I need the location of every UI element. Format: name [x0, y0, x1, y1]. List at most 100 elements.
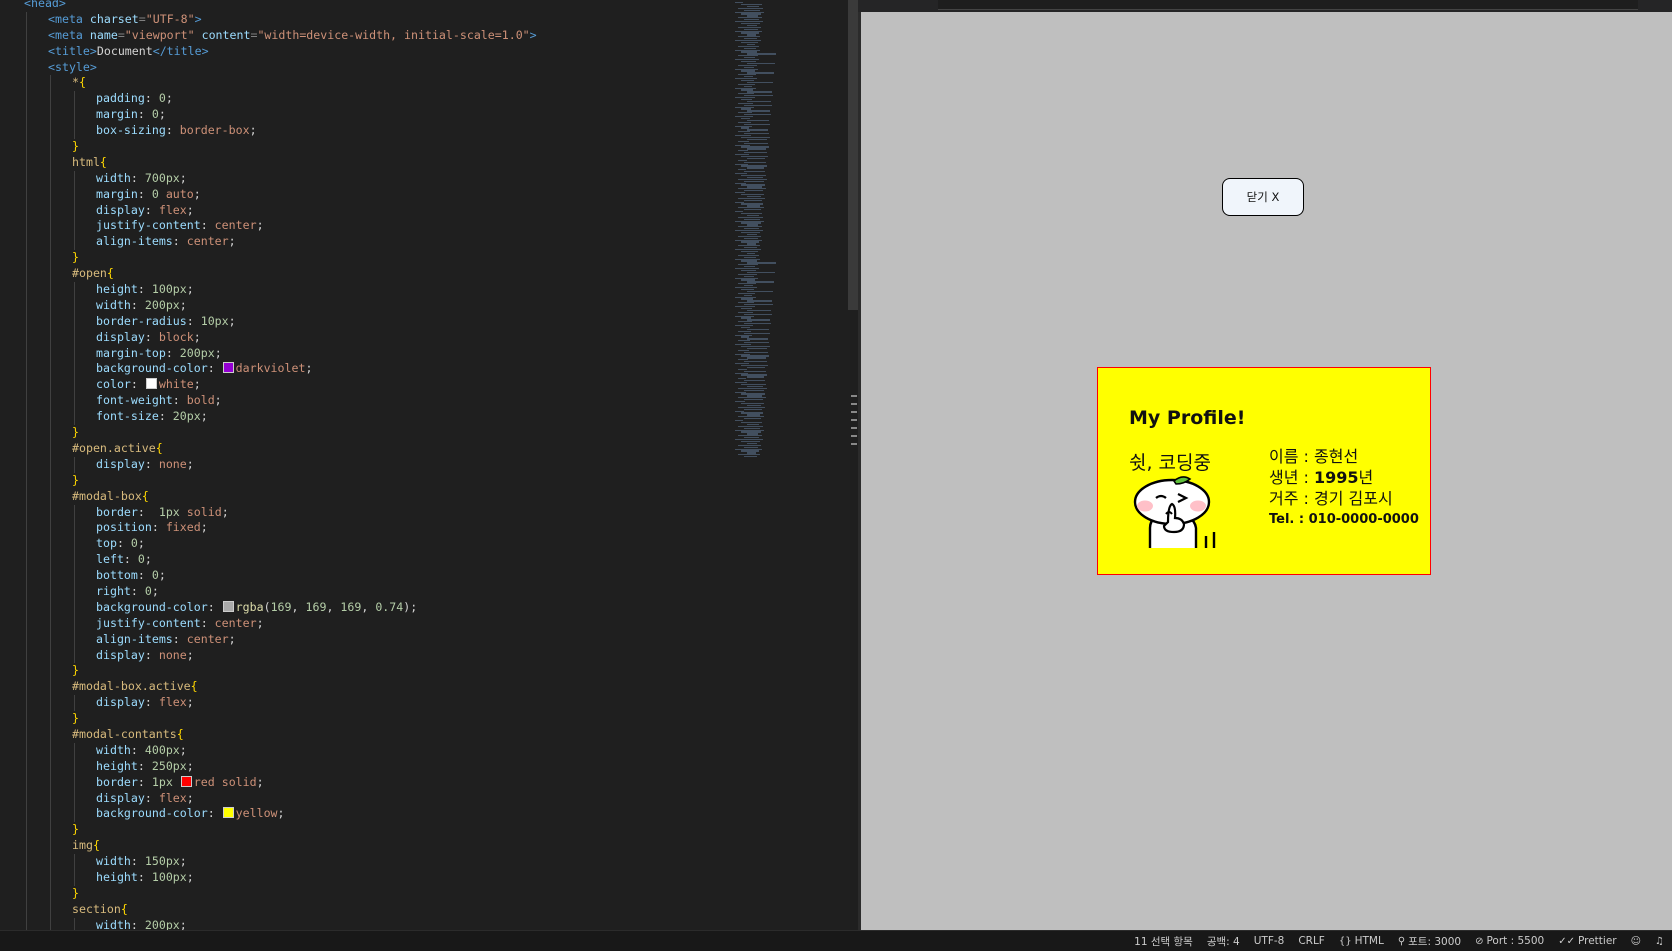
code-line[interactable]: bottom: 0;: [24, 568, 724, 584]
code-token: solid: [179, 504, 222, 519]
code-line[interactable]: left: 0;: [24, 552, 724, 569]
prettier-status[interactable]: ✓✓ Prettier: [1558, 935, 1616, 947]
code-line[interactable]: font-weight: bold;: [24, 393, 724, 410]
code-line[interactable]: height: 250px;: [24, 758, 724, 775]
code-line[interactable]: section{: [24, 901, 724, 918]
code-token: :: [130, 742, 145, 757]
minimap-line: [744, 399, 763, 401]
live-server-status[interactable]: ⊘ Port : 5500: [1475, 935, 1544, 947]
code-line[interactable]: height: 100px;: [24, 869, 724, 886]
code-line[interactable]: #modal-contants{: [24, 726, 724, 743]
code-line[interactable]: top: 0;: [24, 536, 724, 553]
eol-setting[interactable]: CRLF: [1298, 935, 1325, 947]
code-line[interactable]: <meta charset="UTF-8">: [24, 11, 724, 28]
code-token: width: [96, 917, 131, 930]
code-line[interactable]: border: 1px red solid;: [24, 774, 724, 791]
code-line[interactable]: border: 1px solid;: [24, 504, 724, 521]
color-swatch-icon[interactable]: [222, 807, 234, 819]
code-line[interactable]: }: [24, 139, 724, 155]
code-token: 0: [151, 107, 159, 122]
code-line[interactable]: font-size: 20px;: [24, 409, 724, 426]
code-line[interactable]: <head>: [24, 0, 724, 12]
code-line[interactable]: display: flex;: [24, 695, 724, 712]
code-line[interactable]: justify-content: center;: [24, 615, 724, 632]
feedback-button[interactable]: ☺: [1631, 936, 1641, 947]
code-token: #open: [72, 266, 107, 281]
notifications-button[interactable]: ♫: [1655, 936, 1664, 947]
code-line[interactable]: border-radius: 10px;: [24, 313, 724, 330]
code-line[interactable]: width: 700px;: [24, 170, 724, 187]
code-line[interactable]: background-color: yellow;: [24, 806, 724, 823]
color-swatch-icon[interactable]: [180, 775, 192, 787]
code-line[interactable]: *{: [24, 75, 724, 92]
code-line[interactable]: <style>: [24, 59, 724, 76]
code-line[interactable]: margin: 0 auto;: [24, 186, 724, 203]
code-line[interactable]: }: [24, 885, 724, 902]
indentation-setting[interactable]: 공백: 4: [1207, 934, 1240, 949]
minimap[interactable]: [735, 0, 835, 458]
code-line[interactable]: }: [24, 711, 724, 727]
code-line[interactable]: right: 0;: [24, 583, 724, 600]
language-mode[interactable]: {} HTML: [1339, 935, 1384, 947]
code-line[interactable]: color: white;: [24, 377, 724, 394]
code-line[interactable]: width: 200px;: [24, 917, 724, 930]
minimap-line: [747, 376, 764, 378]
code-line[interactable]: display: none;: [24, 456, 724, 473]
code-token: 0: [158, 91, 166, 106]
color-swatch-icon[interactable]: [145, 378, 157, 390]
code-line[interactable]: }: [24, 250, 724, 267]
code-line[interactable]: #modal-box.active{: [24, 679, 724, 696]
code-token: 169: [305, 599, 327, 614]
code-token: color: [96, 377, 131, 392]
code-line[interactable]: align-items: center;: [24, 234, 724, 251]
code-line[interactable]: img{: [24, 838, 724, 855]
code-area[interactable]: <head> <meta charset="UTF-8"> <meta name="…: [24, 0, 724, 930]
code-line[interactable]: #open.active{: [24, 440, 724, 457]
minimap-line: [747, 148, 766, 150]
code-line[interactable]: background-color: rgba(169, 169, 169, 0.…: [24, 599, 724, 616]
code-line[interactable]: margin: 0;: [24, 107, 724, 124]
color-swatch-icon[interactable]: [222, 600, 234, 612]
finger-on-lips-character-icon: [1133, 476, 1216, 548]
code-line[interactable]: #open{: [24, 266, 724, 283]
code-line[interactable]: width: 200px;: [24, 297, 724, 314]
code-token: left: [96, 552, 124, 567]
code-token: ;: [214, 393, 222, 408]
preview-address-bar[interactable]: [938, 0, 1638, 10]
code-line[interactable]: display: flex;: [24, 790, 724, 807]
encoding-setting[interactable]: UTF-8: [1254, 935, 1285, 947]
code-line[interactable]: height: 100px;: [24, 282, 724, 298]
code-line[interactable]: display: none;: [24, 647, 724, 664]
code-line[interactable]: <meta name="viewport" content="width=dev…: [24, 27, 724, 44]
code-line[interactable]: #modal-box{: [24, 488, 724, 505]
color-swatch-icon[interactable]: [222, 362, 234, 374]
code-line[interactable]: html{: [24, 154, 724, 171]
code-line[interactable]: position: fixed;: [24, 520, 724, 537]
code-line[interactable]: }: [24, 425, 724, 441]
split-resize-handle[interactable]: [850, 395, 858, 455]
selection-count[interactable]: 11 선택 항목: [1134, 934, 1193, 949]
code-token: ;: [249, 123, 257, 138]
code-line[interactable]: }: [24, 663, 724, 680]
code-line[interactable]: box-sizing: border-box;: [24, 123, 724, 140]
code-line[interactable]: display: block;: [24, 329, 724, 346]
code-line[interactable]: justify-content: center;: [24, 218, 724, 235]
code-line[interactable]: background-color: darkviolet;: [24, 361, 724, 378]
code-line[interactable]: align-items: center;: [24, 631, 724, 648]
code-line[interactable]: }: [24, 822, 724, 839]
code-line[interactable]: width: 400px;: [24, 742, 724, 759]
editor-scrollbar-thumb[interactable]: [848, 0, 858, 310]
code-token: rgba: [235, 599, 264, 614]
code-line[interactable]: <title>Document</title>: [24, 43, 724, 60]
code-line[interactable]: }: [24, 472, 724, 489]
code-line[interactable]: display: flex;: [24, 202, 724, 219]
code-token: 10px: [200, 313, 229, 328]
profile-modal-card: My Profile! 쉿, 코딩중 이름 : 종현선 생년 : 1995년 거…: [1097, 367, 1431, 575]
close-button[interactable]: 닫기 X: [1222, 178, 1304, 216]
ports-indicator[interactable]: ⚲ 포트: 3000: [1398, 934, 1461, 949]
braces-icon: {}: [1338, 935, 1352, 947]
code-editor[interactable]: <head> <meta charset="UTF-8"> <meta name="…: [0, 0, 850, 930]
code-line[interactable]: margin-top: 200px;: [24, 345, 724, 362]
code-line[interactable]: padding: 0;: [24, 91, 724, 108]
code-line[interactable]: width: 150px;: [24, 854, 724, 870]
